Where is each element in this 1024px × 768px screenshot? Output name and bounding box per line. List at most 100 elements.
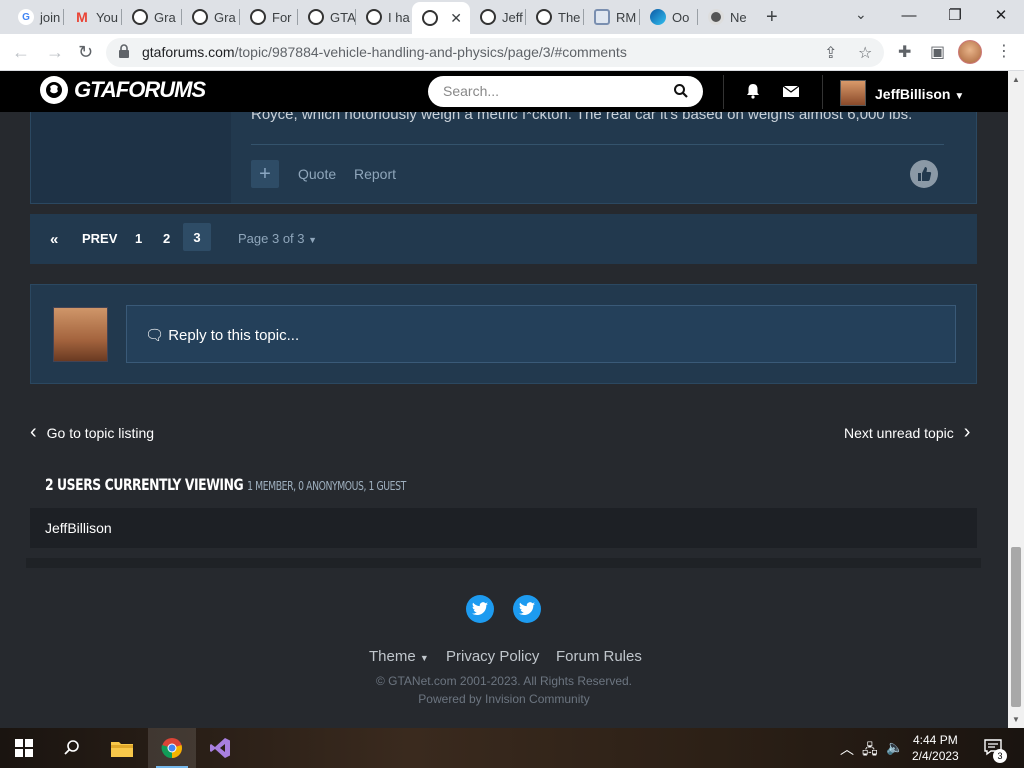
page-link-current[interactable]: 3 [183,223,211,251]
twitter-button[interactable] [513,595,541,623]
edge-icon [650,9,666,25]
minimize-icon[interactable]: — [886,0,932,30]
header-divider [822,75,823,109]
gtaforums-icon [132,9,148,25]
user-menu[interactable]: JeffBillison ▼ [875,86,964,102]
twitter-button[interactable] [466,595,494,623]
profile-avatar[interactable] [958,40,982,64]
show-hidden-icons-icon[interactable]: ︿ [840,739,854,759]
windows-start-icon[interactable] [12,736,36,760]
gtaforums-icon [422,10,438,26]
gtaforums-icon [536,9,552,25]
forum-rules-link[interactable]: Forum Rules [556,648,642,665]
taskbar-search-icon[interactable] [60,736,84,760]
browser-tab[interactable]: Gra [122,4,182,30]
tab-search-icon[interactable]: ⌄ [855,6,867,23]
reload-icon[interactable]: ↻ [78,42,93,63]
browser-tab[interactable]: Gra [182,4,240,30]
like-button[interactable] [910,160,938,188]
users-viewing-summary: 1 MEMBER, 0 ANONYMOUS, 1 GUEST [247,479,406,493]
file-explorer-icon[interactable] [110,736,134,760]
search-icon[interactable] [673,83,689,99]
page-viewport: Royce, which notoriously weigh a metric … [0,71,1008,728]
viewer-list: JeffBillison [30,508,977,548]
user-avatar[interactable] [840,80,866,106]
lock-icon[interactable] [118,44,130,58]
browser-tab[interactable]: For [240,4,298,30]
bell-icon[interactable] [744,82,762,100]
side-panel-icon[interactable]: ▣ [930,42,945,62]
users-viewing-heading: 2 USERS CURRENTLY VIEWING 1 MEMBER, 0 AN… [45,475,406,494]
gtaforums-icon [250,9,266,25]
username-label: JeffBillison [875,86,951,102]
url-text: gtaforums.com/topic/987884-vehicle-handl… [142,44,627,60]
site-logo[interactable]: GTAFORUMS [40,76,206,104]
chrome-icon[interactable] [160,736,184,760]
reply-section: 🗨 Reply to this topic... [30,284,977,384]
bookmark-star-icon[interactable]: ☆ [858,43,872,63]
browser-tab-strip: G join M You Gra Gra For GTA I ha ✕ Jeff… [0,0,1024,34]
scrollbar-thumb[interactable] [1011,547,1021,707]
first-page-icon[interactable]: « [50,231,58,248]
browser-tab[interactable]: RM [584,4,640,30]
powered-by-link[interactable]: Powered by Invision Community [0,692,1008,706]
theme-dropdown[interactable]: Theme ▼ [369,648,429,665]
browser-menu-icon[interactable]: ⋮ [996,41,1012,61]
post-divider [251,144,944,145]
reply-editor-trigger[interactable]: 🗨 Reply to this topic... [126,305,956,363]
browser-tab[interactable]: Oo [640,4,698,30]
chevron-left-icon: ‹ [30,421,37,443]
system-clock[interactable]: 4:44 PM 2/4/2023 [912,732,959,764]
prev-page-link[interactable]: PREV [82,231,117,246]
envelope-icon[interactable] [782,82,800,100]
multiquote-button[interactable]: + [251,160,279,188]
browser-tab[interactable]: The [526,4,584,30]
viewer-link[interactable]: JeffBillison [45,520,112,536]
caret-down-icon: ▼ [308,235,318,245]
logo-text: GTAFORUMS [74,77,206,102]
reply-placeholder: 🗨 Reply to this topic... [145,327,300,344]
close-tab-icon[interactable]: ✕ [450,10,462,27]
browser-tab[interactable]: Jeff [470,4,526,30]
gmail-icon: M [76,9,88,25]
quote-link[interactable]: Quote [298,166,336,182]
next-unread-topic-link[interactable]: Next unread topic › [844,421,970,444]
scroll-down-icon[interactable]: ▼ [1012,715,1020,724]
visual-studio-icon[interactable] [208,736,232,760]
gtaforums-icon [192,9,208,25]
go-to-topic-listing-link[interactable]: ‹ Go to topic listing [30,421,154,444]
report-link[interactable]: Report [354,166,396,182]
network-icon[interactable]: 🖧 [862,739,878,763]
new-tab-icon[interactable]: + [766,6,778,29]
restore-icon[interactable]: ❐ [932,0,978,30]
address-toolbar: ← → ↻ gtaforums.com/topic/987884-vehicle… [0,34,1024,71]
browser-tab[interactable]: I ha [356,4,412,30]
omnibox[interactable]: gtaforums.com/topic/987884-vehicle-handl… [106,38,884,67]
browser-tab[interactable]: GTA [298,4,356,30]
share-icon[interactable]: ⇪ [824,43,837,63]
search-input[interactable]: Search... [428,76,703,107]
notification-count-badge: 3 [993,749,1007,763]
window-close-icon[interactable]: ✕ [978,0,1024,30]
forward-icon[interactable]: → [46,42,64,63]
page-scrollbar[interactable]: ▲ ▼ [1008,71,1024,728]
browser-tab[interactable]: M You [64,4,122,30]
extensions-icon[interactable]: ✚ [898,42,911,62]
url-host: gtaforums.com [142,44,235,60]
page-link-1[interactable]: 1 [135,231,142,246]
browser-tab[interactable]: Ne [698,4,754,30]
privacy-policy-link[interactable]: Privacy Policy [446,648,539,665]
scroll-up-icon[interactable]: ▲ [1012,75,1020,84]
back-icon[interactable]: ← [12,42,30,63]
site-header: GTAFORUMS Search... JeffBillison ▼ [0,71,1008,112]
page-link-2[interactable]: 2 [163,231,170,246]
browser-tab-active[interactable]: ✕ [412,2,470,34]
chevron-right-icon: › [963,421,971,443]
page-jump-dropdown[interactable]: Page 3 of 3 ▼ [238,231,317,246]
github-icon [708,9,724,25]
copyright-text: © GTANet.com 2001-2023. All Rights Reser… [375,674,633,688]
volume-icon[interactable]: 🔈 [886,739,903,756]
reply-avatar[interactable] [53,307,108,362]
browser-tab[interactable]: G join [8,4,64,30]
caret-down-icon: ▼ [419,653,429,663]
